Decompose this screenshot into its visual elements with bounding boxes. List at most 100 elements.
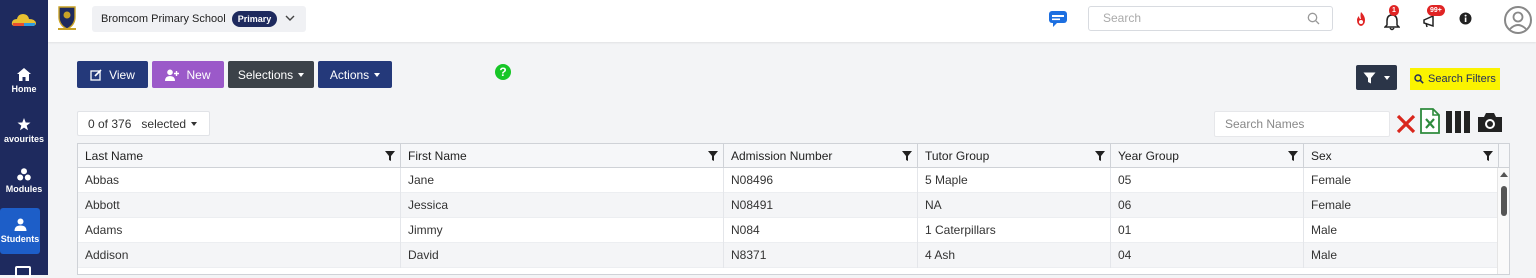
column-header-tutor-group[interactable]: Tutor Group bbox=[918, 144, 1111, 168]
selected-count: 0 of 376 bbox=[88, 116, 132, 131]
user-icon bbox=[14, 218, 26, 231]
home-icon bbox=[17, 68, 31, 81]
filter-icon bbox=[1363, 72, 1376, 83]
selections-dropdown-button[interactable]: Selections bbox=[228, 61, 314, 88]
sidebar-item-next-icon[interactable] bbox=[15, 266, 31, 278]
cell-admission-number: N08496 bbox=[724, 168, 918, 193]
announcements-button[interactable]: 99+ bbox=[1422, 5, 1445, 29]
sidebar-item-label: Home bbox=[11, 84, 37, 94]
cell-year-group: 06 bbox=[1111, 193, 1304, 218]
chevron-down-icon bbox=[285, 15, 295, 21]
search-filters-link[interactable]: Search Filters bbox=[1410, 68, 1500, 90]
column-header-label: Sex bbox=[1311, 149, 1332, 163]
info-icon[interactable] bbox=[1459, 12, 1472, 25]
global-search-input[interactable]: Search bbox=[1088, 6, 1333, 31]
column-header-sex[interactable]: Sex bbox=[1304, 144, 1499, 168]
column-header-label: First Name bbox=[408, 149, 467, 163]
school-type-badge: Primary bbox=[231, 11, 278, 27]
school-name: Bromcom Primary School bbox=[101, 13, 226, 25]
column-header-last-name[interactable]: Last Name bbox=[78, 144, 401, 168]
search-names-placeholder: Search Names bbox=[1225, 117, 1305, 131]
column-filter-icon[interactable] bbox=[902, 151, 912, 161]
clear-filter-icon[interactable] bbox=[1396, 114, 1416, 134]
column-header-year-group[interactable]: Year Group bbox=[1111, 144, 1304, 168]
star-icon bbox=[17, 118, 31, 131]
students-table: Last Name First Name Admission Number Tu… bbox=[77, 143, 1510, 275]
column-header-admission-number[interactable]: Admission Number bbox=[724, 144, 918, 168]
cell-last-name: Adams bbox=[78, 218, 401, 243]
cell-first-name: Jessica bbox=[401, 193, 724, 218]
user-avatar[interactable] bbox=[1504, 6, 1532, 34]
column-filter-icon[interactable] bbox=[1095, 151, 1105, 161]
cell-first-name: David bbox=[401, 243, 724, 268]
school-crest-icon bbox=[58, 6, 76, 30]
actions-dropdown-button[interactable]: Actions bbox=[318, 61, 392, 88]
chat-icon[interactable] bbox=[1048, 10, 1068, 28]
table-row[interactable]: Abbott Jessica N08491 NA 06 Female bbox=[78, 193, 1499, 218]
fire-icon[interactable] bbox=[1354, 11, 1368, 27]
help-question-icon[interactable]: ? bbox=[495, 64, 511, 80]
search-names-input[interactable]: Search Names bbox=[1214, 111, 1390, 137]
columns-icon[interactable] bbox=[1445, 111, 1471, 133]
user-avatar-icon bbox=[1509, 11, 1527, 30]
top-bar: Bromcom Primary School Primary Search 1 … bbox=[48, 0, 1536, 42]
notifications-button[interactable]: 1 bbox=[1384, 5, 1404, 31]
column-filter-icon[interactable] bbox=[1288, 151, 1298, 161]
sidebar-item-favourites[interactable]: avourites bbox=[0, 108, 48, 154]
cell-admission-number: N08491 bbox=[724, 193, 918, 218]
selected-count-dropdown[interactable]: 0 of 376 selected bbox=[77, 111, 210, 136]
table-header: Last Name First Name Admission Number Tu… bbox=[78, 144, 1509, 168]
search-filters-label: Search Filters bbox=[1428, 73, 1496, 85]
excel-export-icon[interactable] bbox=[1420, 108, 1440, 134]
add-user-icon bbox=[165, 69, 180, 81]
selections-button-label: Selections bbox=[237, 67, 294, 82]
table-row[interactable]: Addison David N8371 4 Ash 04 Male bbox=[78, 243, 1499, 268]
left-sidebar: Home avourites Modules Students bbox=[0, 0, 48, 278]
cell-year-group: 05 bbox=[1111, 168, 1304, 193]
megaphone-icon bbox=[1423, 14, 1434, 28]
app-logo[interactable] bbox=[0, 0, 48, 40]
search-icon bbox=[1414, 74, 1424, 84]
announcements-count-badge: 99+ bbox=[1427, 5, 1445, 16]
scroll-up-arrow-icon[interactable] bbox=[1500, 172, 1508, 177]
cloud-logo-icon bbox=[11, 14, 37, 26]
cell-sex: Male bbox=[1304, 243, 1499, 268]
cell-tutor-group: 1 Caterpillars bbox=[918, 218, 1111, 243]
selected-label: selected bbox=[141, 116, 187, 131]
edit-icon bbox=[90, 68, 102, 81]
cell-admission-number: N8371 bbox=[724, 243, 918, 268]
sidebar-item-students[interactable]: Students bbox=[0, 208, 40, 254]
cell-last-name: Addison bbox=[78, 243, 401, 268]
column-filter-icon[interactable] bbox=[385, 151, 395, 161]
cell-last-name: Abbas bbox=[78, 168, 401, 193]
table-row[interactable]: Abbas Jane N08496 5 Maple 05 Female bbox=[78, 168, 1499, 193]
search-icon[interactable] bbox=[1307, 12, 1320, 25]
cell-tutor-group: NA bbox=[918, 193, 1111, 218]
caret-down-icon bbox=[374, 72, 381, 77]
search-placeholder: Search bbox=[1103, 11, 1142, 25]
table-row[interactable]: Adams Jimmy N084 1 Caterpillars 01 Male bbox=[78, 218, 1499, 243]
new-button[interactable]: New bbox=[152, 61, 224, 88]
cell-year-group: 01 bbox=[1111, 218, 1304, 243]
cell-first-name: Jimmy bbox=[401, 218, 724, 243]
sidebar-item-home[interactable]: Home bbox=[0, 58, 48, 104]
view-button[interactable]: View bbox=[77, 61, 148, 88]
cell-admission-number: N084 bbox=[724, 218, 918, 243]
sidebar-item-modules[interactable]: Modules bbox=[0, 158, 48, 204]
column-header-label: Year Group bbox=[1118, 149, 1179, 163]
filter-dropdown-button[interactable] bbox=[1356, 65, 1397, 90]
column-header-first-name[interactable]: First Name bbox=[401, 144, 724, 168]
notifications-count-badge: 1 bbox=[1389, 5, 1399, 16]
sidebar-item-label: Students bbox=[0, 234, 40, 244]
caret-down-icon bbox=[191, 121, 198, 126]
new-button-label: New bbox=[186, 67, 211, 82]
column-filter-icon[interactable] bbox=[1483, 151, 1493, 161]
column-filter-icon[interactable] bbox=[708, 151, 718, 161]
school-selector[interactable]: Bromcom Primary School Primary bbox=[92, 6, 306, 32]
cell-sex: Female bbox=[1304, 193, 1499, 218]
scrollbar-thumb[interactable] bbox=[1501, 186, 1507, 216]
camera-icon[interactable] bbox=[1477, 111, 1503, 133]
table-vertical-scrollbar[interactable] bbox=[1497, 168, 1509, 274]
cell-sex: Male bbox=[1304, 218, 1499, 243]
view-button-label: View bbox=[109, 67, 135, 82]
